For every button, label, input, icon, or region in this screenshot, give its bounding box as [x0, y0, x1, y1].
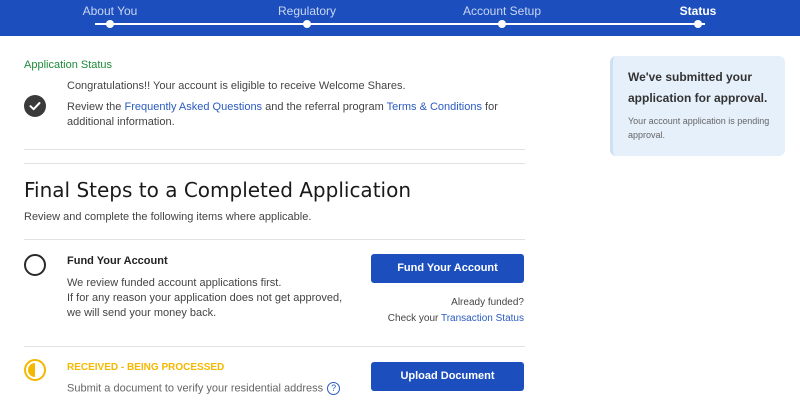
stepper-track [95, 23, 705, 25]
step-account-setup: Account Setup [422, 0, 582, 28]
final-steps-subtitle: Review and complete the following items … [24, 211, 312, 223]
section-divider [24, 163, 525, 164]
progress-stepper: About You Regulatory Account Setup Statu… [0, 0, 800, 36]
transaction-status-link[interactable]: Transaction Status [441, 313, 524, 324]
fund-account-button[interactable]: Fund Your Account [371, 254, 524, 283]
already-funded-text: Already funded? [451, 297, 524, 308]
check-circle-icon [24, 95, 46, 117]
step-label: Account Setup [462, 4, 542, 18]
step-dot [498, 20, 506, 28]
fund-account-line2: If for any reason your application does … [67, 292, 343, 319]
review-middle: and the referral program [262, 101, 387, 113]
congratulations-message: Congratulations!! Your account is eligib… [67, 80, 406, 92]
final-steps-title: Final Steps to a Completed Application [24, 178, 412, 202]
check-prefix: Check your [387, 313, 441, 324]
section-divider [24, 239, 525, 240]
upload-description-text: Submit a document to verify your residen… [67, 382, 324, 395]
section-divider [24, 149, 525, 150]
step-label: Status [679, 4, 717, 18]
step-status: Status [618, 0, 778, 28]
fund-account-description: We review funded account applications fi… [67, 276, 357, 321]
upload-document-button[interactable]: Upload Document [371, 362, 524, 391]
step-dot [694, 20, 702, 28]
section-divider [24, 346, 525, 347]
review-message: Review the Frequently Asked Questions an… [67, 100, 507, 130]
step-dot [106, 20, 114, 28]
fund-account-title: Fund Your Account [67, 255, 168, 267]
document-status-badge: RECEIVED - BEING PROCESSED [67, 362, 225, 373]
empty-circle-icon [24, 254, 46, 276]
terms-link[interactable]: Terms & Conditions [387, 101, 482, 113]
help-icon[interactable]: ? [327, 382, 341, 395]
check-transaction-text: Check your Transaction Status [388, 313, 524, 324]
step-regulatory: Regulatory [227, 0, 387, 28]
faq-link[interactable]: Frequently Asked Questions [124, 101, 262, 113]
step-label: About You [82, 4, 138, 18]
submission-notice-description: Your account application is pending appr… [628, 116, 770, 140]
step-dot [303, 20, 311, 28]
half-circle-icon [24, 359, 46, 381]
fund-account-line1: We review funded account applications fi… [67, 277, 282, 289]
step-about-you: About You [30, 0, 190, 28]
review-prefix: Review the [67, 101, 125, 113]
submission-notice-title: We've submitted your application for app… [628, 70, 768, 105]
application-status-title: Application Status [24, 59, 113, 71]
step-label: Regulatory [277, 4, 337, 18]
upload-document-description: Submit a document to verify your residen… [67, 382, 341, 395]
submission-notice-panel: We've submitted your application for app… [610, 56, 785, 156]
